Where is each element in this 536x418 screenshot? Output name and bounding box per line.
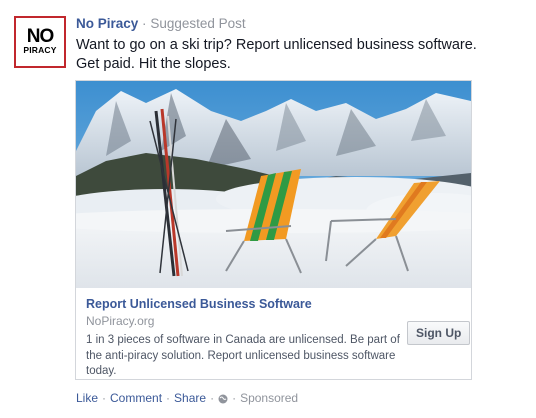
post-message-line2: Get paid. Hit the slopes. bbox=[76, 56, 231, 72]
post-message-line1: Want to go on a ski trip? Report unlicen… bbox=[76, 37, 477, 53]
comment-link[interactable]: Comment bbox=[110, 391, 162, 405]
sign-up-button[interactable]: Sign Up bbox=[407, 321, 471, 345]
post-header: No Piracy · Suggested Post bbox=[76, 16, 246, 31]
header-separator: · bbox=[142, 16, 147, 31]
page-name-link[interactable]: No Piracy bbox=[76, 16, 138, 31]
like-link[interactable]: Like bbox=[76, 391, 98, 405]
page-avatar[interactable]: NO PIRACY bbox=[14, 16, 66, 68]
footer-separator: · bbox=[210, 391, 215, 405]
ad-body: Report Unlicensed Business Software NoPi… bbox=[86, 296, 401, 380]
ad-card[interactable]: Report Unlicensed Business Software NoPi… bbox=[75, 80, 472, 380]
suggested-post-label: Suggested Post bbox=[150, 16, 246, 31]
ad-domain: NoPiracy.org bbox=[86, 314, 155, 328]
share-link[interactable]: Share bbox=[174, 391, 206, 405]
sponsored-label: Sponsored bbox=[240, 391, 299, 405]
footer-separator: · bbox=[232, 391, 237, 405]
globe-icon bbox=[218, 393, 228, 404]
avatar-logo-piracy: PIRACY bbox=[23, 45, 57, 55]
post-footer: Like · Comment · Share · · Sponsored bbox=[76, 391, 298, 405]
ad-image[interactable] bbox=[76, 81, 471, 288]
footer-separator: · bbox=[166, 391, 171, 405]
ad-description: 1 in 3 pieces of software in Canada are … bbox=[86, 334, 400, 377]
footer-separator: · bbox=[102, 391, 107, 405]
ski-mountain-photo bbox=[76, 81, 471, 288]
avatar-logo-no: NO bbox=[26, 26, 54, 47]
ad-title-link[interactable]: Report Unlicensed Business Software bbox=[86, 296, 401, 312]
post-message: Want to go on a ski trip? Report unlicen… bbox=[76, 36, 516, 74]
